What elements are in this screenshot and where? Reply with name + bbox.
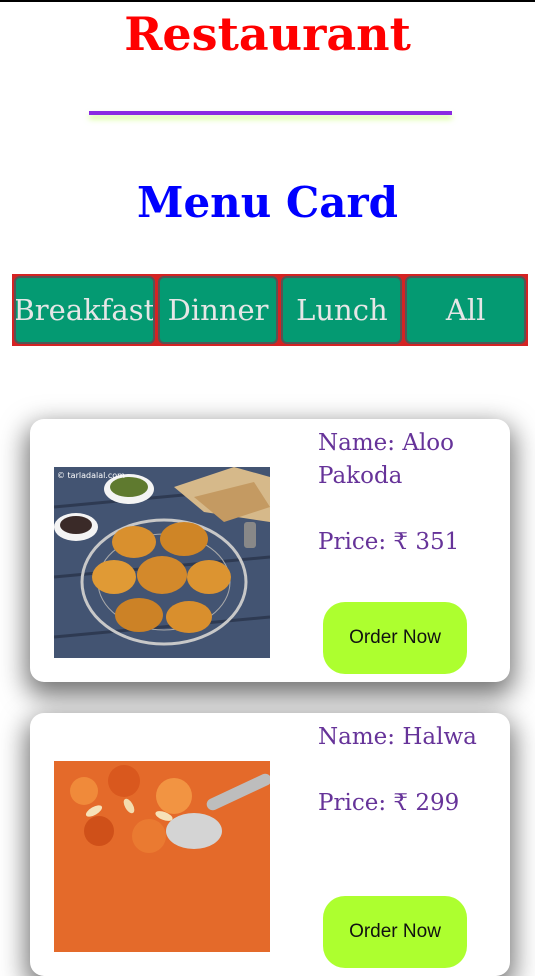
image-watermark: © tarladalal.com: [57, 471, 125, 480]
item-name-label: Name:: [318, 724, 396, 750]
page-title: Restaurant: [124, 7, 411, 61]
currency-symbol: ₹: [393, 790, 409, 816]
item-price: 351: [415, 529, 460, 555]
item-name: Halwa: [402, 724, 477, 750]
currency-symbol: ₹: [393, 529, 409, 555]
menu-item-card: © tarladalal.com Name: Aloo Pakoda Price…: [30, 419, 510, 682]
order-now-button[interactable]: Order Now: [323, 896, 467, 968]
item-price: 299: [415, 790, 460, 816]
category-tab-bar: Breakfast Dinner Lunch All: [12, 274, 528, 346]
item-price-label: Price:: [318, 790, 387, 816]
order-now-button[interactable]: Order Now: [323, 602, 467, 674]
item-info: Name: Halwa Price: ₹ 299: [318, 721, 498, 820]
menu-card-heading: Menu Card: [136, 178, 399, 227]
top-border: [0, 0, 535, 2]
halwa-image: [54, 761, 270, 952]
title-divider: [89, 111, 452, 115]
tab-all[interactable]: All: [405, 276, 527, 344]
tab-dinner[interactable]: Dinner: [157, 276, 279, 344]
tab-breakfast[interactable]: Breakfast: [14, 276, 155, 344]
menu-item-card: Name: Halwa Price: ₹ 299 Order Now: [30, 713, 510, 976]
item-price-label: Price:: [318, 529, 387, 555]
item-info: Name: Aloo Pakoda Price: ₹ 351: [318, 427, 498, 559]
item-name-label: Name:: [318, 430, 396, 456]
aloo-pakoda-image: © tarladalal.com: [54, 467, 270, 658]
tab-lunch[interactable]: Lunch: [281, 276, 403, 344]
